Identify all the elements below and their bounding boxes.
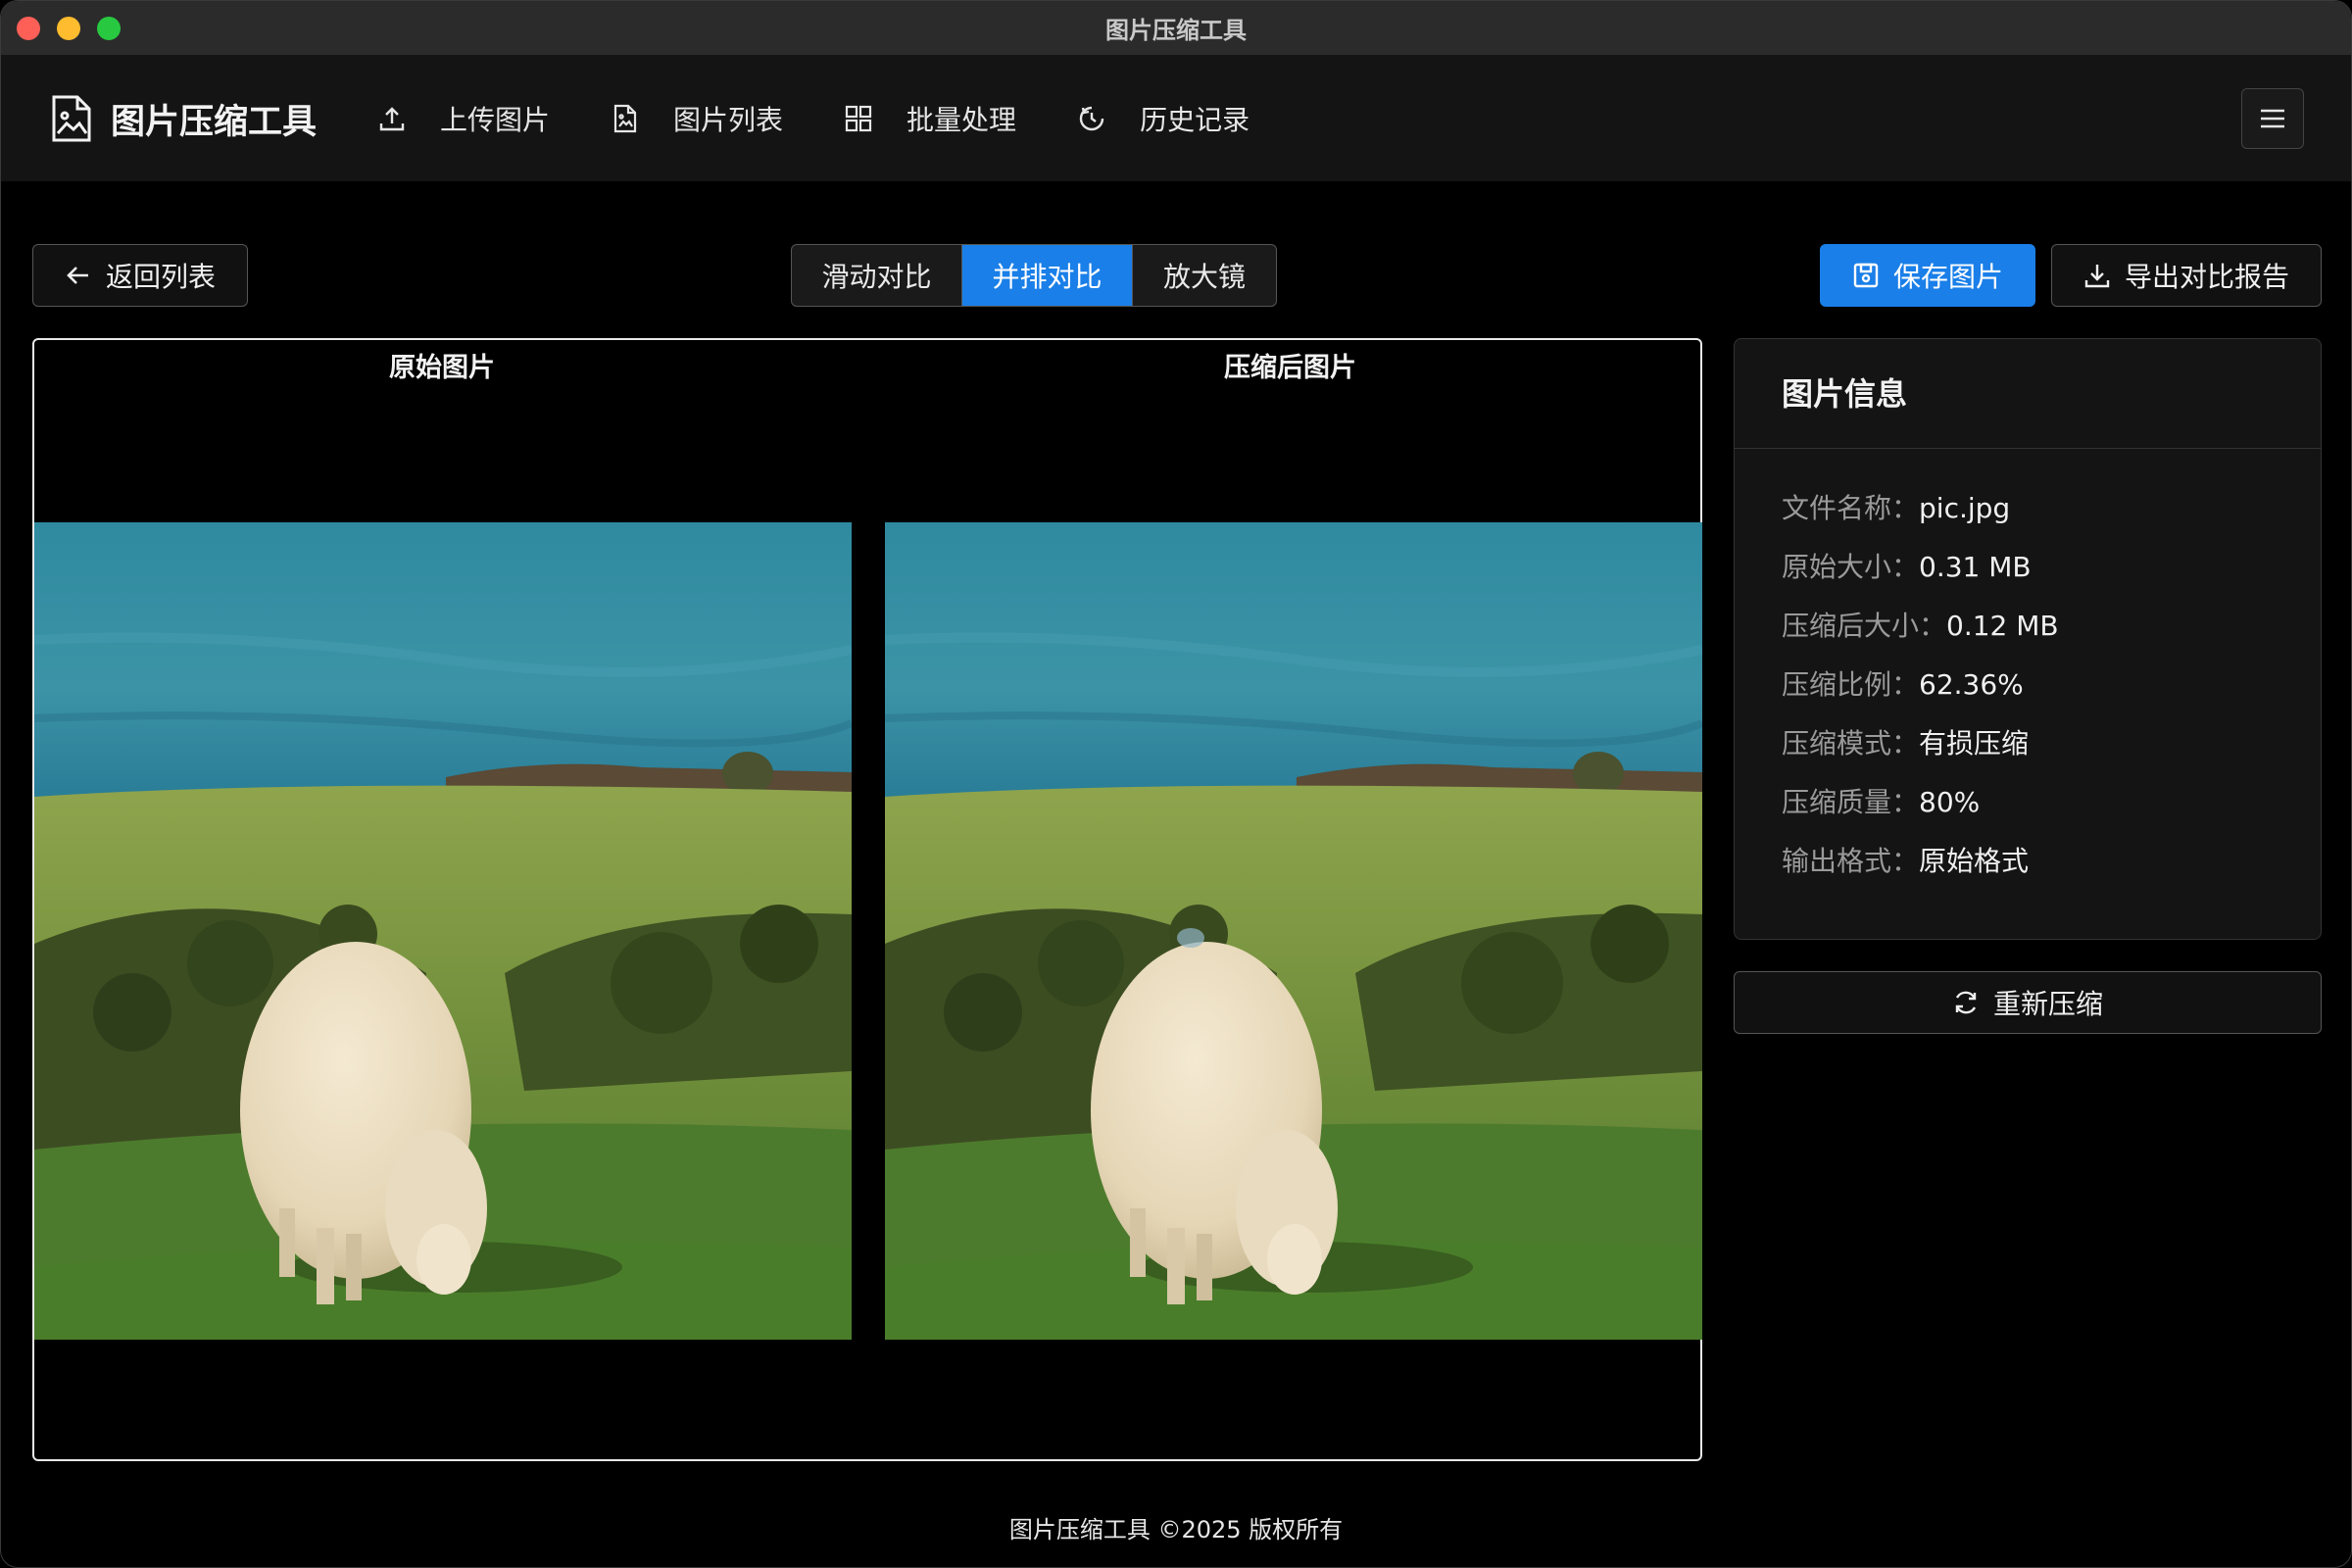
recompress-label: 重新压缩 (1992, 988, 2103, 1020)
compressed-image (885, 522, 1702, 1340)
menu-button[interactable] (2241, 88, 2304, 149)
refresh-icon (1955, 991, 1977, 1014)
grid-icon (845, 105, 872, 132)
original-image-title: 原始图片 (389, 353, 495, 383)
info-value: 0.31 MB (1919, 551, 2032, 583)
mode-slide-compare[interactable]: 滑动对比 (792, 245, 962, 306)
window-title: 图片压缩工具 (1105, 17, 1247, 44)
sheep-photo-compressed (885, 522, 1702, 1340)
export-report-button[interactable]: 导出对比报告 (2051, 244, 2322, 307)
footer-copyright: 图片压缩工具 ©2025 版权所有 (1008, 1516, 1344, 1544)
info-row-original-size: 原始大小：0.31 MB (1782, 547, 2321, 606)
info-value: 有损压缩 (1919, 727, 2030, 760)
save-image-button[interactable]: 保存图片 (1820, 244, 2035, 307)
info-row-compressed-size: 压缩后大小：0.12 MB (1782, 606, 2321, 664)
info-key: 压缩比例： (1782, 668, 1920, 701)
compare-panel: 原始图片 压缩后图片 (32, 338, 1702, 1461)
mode-magnifier[interactable]: 放大镜 (1133, 245, 1276, 306)
sheep-photo-original (34, 522, 852, 1340)
save-icon (1853, 263, 1879, 288)
compressed-image-title: 压缩后图片 (1224, 353, 1356, 383)
info-key: 输出格式： (1782, 845, 1920, 877)
brand-name: 图片压缩工具 (111, 102, 318, 142)
original-image (34, 522, 852, 1340)
info-value: 0.12 MB (1946, 610, 2059, 642)
back-to-list-button[interactable]: 返回列表 (32, 244, 248, 307)
image-file-icon (52, 95, 91, 142)
info-row-quality: 压缩质量：80% (1782, 782, 2321, 841)
info-row-ratio: 压缩比例：62.36% (1782, 664, 2321, 723)
info-row-filename: 文件名称：pic.jpg (1782, 488, 2321, 547)
window-controls (17, 17, 121, 40)
nav-history-label: 历史记录 (1140, 104, 1250, 136)
save-image-label: 保存图片 (1892, 261, 2003, 293)
title-bar: 图片压缩工具 (1, 1, 2351, 56)
arrow-left-icon (67, 267, 88, 284)
brand[interactable]: 图片压缩工具 (50, 94, 317, 144)
nav-batch-label: 批量处理 (906, 104, 1017, 136)
nav-image-list-label: 图片列表 (673, 104, 784, 136)
nav-image-list[interactable]: 图片列表 (611, 99, 783, 138)
nav-upload-label: 上传图片 (440, 104, 551, 136)
nav-history[interactable]: 历史记录 (1077, 99, 1250, 138)
maximize-window-button[interactable] (97, 17, 121, 40)
image-info-card: 图片信息 文件名称：pic.jpg 原始大小：0.31 MB 压缩后大小：0.1… (1734, 338, 2322, 940)
info-value: pic.jpg (1919, 492, 2011, 524)
close-window-button[interactable] (17, 17, 40, 40)
info-row-format: 输出格式：原始格式 (1782, 841, 2321, 900)
nav-batch[interactable]: 批量处理 (844, 99, 1016, 138)
back-to-list-label: 返回列表 (105, 261, 216, 293)
nav-upload[interactable]: 上传图片 (377, 99, 550, 138)
recompress-button[interactable]: 重新压缩 (1734, 971, 2322, 1034)
info-key: 原始大小： (1782, 551, 1920, 583)
download-icon (2084, 265, 2110, 288)
compare-mode-switch: 滑动对比 并排对比 放大镜 (791, 244, 1277, 307)
info-key: 压缩模式： (1782, 727, 1920, 760)
image-file-icon (613, 104, 637, 133)
info-value: 原始格式 (1919, 845, 2030, 877)
main-nav: 上传图片 图片列表 批量处理 历史记录 (377, 99, 1310, 138)
mode-side-by-side[interactable]: 并排对比 (962, 245, 1133, 306)
info-title: 图片信息 (1735, 339, 2321, 449)
info-key: 压缩后大小： (1782, 610, 1947, 642)
info-value: 80% (1919, 786, 1981, 818)
history-icon (1079, 106, 1104, 131)
info-row-mode: 压缩模式：有损压缩 (1782, 723, 2321, 782)
info-key: 文件名称： (1782, 492, 1920, 524)
info-key: 压缩质量： (1782, 786, 1920, 818)
export-report-label: 导出对比报告 (2124, 261, 2289, 293)
info-value: 62.36% (1919, 668, 2024, 701)
app-header: 图片压缩工具 上传图片 图片列表 批量处理 历史记录 (1, 56, 2351, 181)
upload-icon (379, 107, 405, 131)
app-window: 图片压缩工具 图片压缩工具 上传图片 图片列表 批量处理 历史记录 返回列表 滑… (0, 0, 2352, 1568)
minimize-window-button[interactable] (57, 17, 80, 40)
info-rows: 文件名称：pic.jpg 原始大小：0.31 MB 压缩后大小：0.12 MB … (1735, 449, 2321, 900)
hamburger-icon (2261, 109, 2284, 128)
